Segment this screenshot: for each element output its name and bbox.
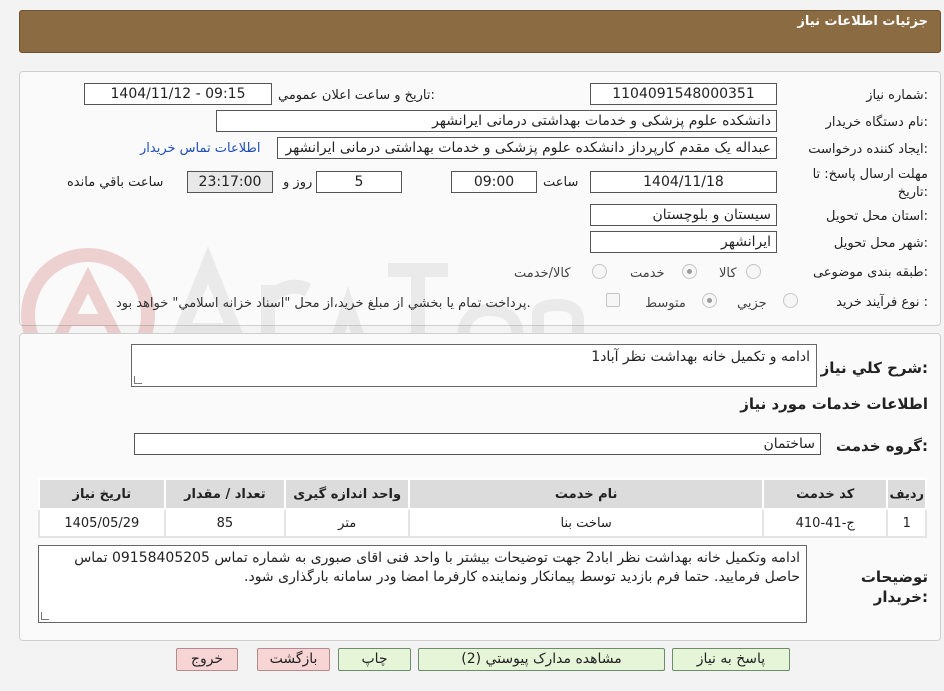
payment-note: پرداخت تمام يا بخشي از مبلغ خريد،از محل … — [116, 296, 531, 311]
description-text: ادامه و تکمیل خانه بهداشت نظر آباد1 — [591, 349, 810, 365]
page-title: جزئیات اطلاعات نیاز — [797, 14, 928, 29]
process-option-medium: متوسط — [645, 296, 686, 311]
attachments-button[interactable]: مشاهده مدارک پيوستي (2) — [418, 648, 665, 671]
deadline-time-field: 09:00 — [451, 171, 537, 193]
cell-date: 1405/05/29 — [38, 508, 166, 538]
category-radio-service[interactable] — [682, 264, 697, 279]
city-label: شهر محل تحويل: — [833, 236, 928, 251]
time-label: ساعت — [543, 175, 579, 190]
buyer-org-field: دانشکده علوم پزشکی و خدمات بهداشتی درمان… — [216, 110, 777, 132]
col-qty-header: تعداد / مقدار — [163, 478, 287, 510]
city-field: ایرانشهر — [590, 231, 777, 253]
resize-grip-icon[interactable] — [41, 612, 49, 620]
province-label: استان محل تحويل: — [826, 209, 928, 224]
services-section-title: اطلاعات خدمات مورد نياز — [740, 395, 928, 413]
services-table: رديف کد خدمت نام خدمت واحد اندازه گيری ت… — [38, 478, 927, 538]
deadline-date-field: 1404/11/18 — [590, 171, 777, 193]
remaining-label: ساعت باقي مانده — [67, 175, 164, 190]
buyer-notes-label: توضيحات خريدار: — [860, 568, 928, 606]
process-radio-minor[interactable] — [783, 293, 798, 308]
remaining-time-field: 23:17:00 — [187, 171, 273, 193]
table-row: 1 ج-41-410 ساخت بنا متر 85 1405/05/29 — [38, 508, 927, 538]
cell-qty: 85 — [163, 508, 287, 538]
reply-button[interactable]: پاسخ به نياز — [672, 648, 790, 671]
requester-label: ايجاد کننده درخواست: — [808, 142, 928, 157]
category-option-goods: کالا — [719, 266, 737, 281]
table-header-row: رديف کد خدمت نام خدمت واحد اندازه گيری ت… — [38, 478, 927, 510]
buyer-notes-text: ادامه وتکمیل خانه بهداشت نظر اباد2 جهت ت… — [74, 550, 800, 585]
col-code-header: کد خدمت — [761, 478, 889, 510]
need-number-field: 1104091548000351 — [590, 83, 777, 105]
cell-name: ساخت بنا — [408, 508, 764, 538]
process-radio-medium[interactable] — [702, 293, 717, 308]
process-option-minor: جزيي — [737, 296, 767, 311]
exit-button[interactable]: خروج — [176, 648, 238, 671]
category-option-both: کالا/خدمت — [514, 266, 571, 281]
process-label: نوع فرآيند خريد : — [836, 295, 928, 310]
buyer-org-label: نام دستگاه خريدار: — [825, 115, 928, 130]
col-date-header: تاريخ نياز — [38, 478, 166, 510]
description-textarea[interactable]: ادامه و تکمیل خانه بهداشت نظر آباد1 — [131, 344, 817, 387]
cell-row: 1 — [886, 508, 927, 538]
category-label: طبقه بندی موضوعی: — [812, 265, 928, 280]
category-radio-both[interactable] — [592, 264, 607, 279]
announce-field: 1404/11/12 - 09:15 — [84, 83, 272, 105]
service-group-label: گروه خدمت: — [835, 437, 928, 455]
cell-code: ج-41-410 — [761, 508, 889, 538]
days-label: روز و — [283, 175, 313, 190]
announce-label: تاریخ و ساعت اعلان عمومي: — [278, 88, 435, 103]
category-radio-goods[interactable] — [746, 264, 761, 279]
cell-unit: متر — [284, 508, 411, 538]
resize-grip-icon[interactable] — [134, 376, 142, 384]
col-unit-header: واحد اندازه گيری — [284, 478, 411, 510]
category-option-service: خدمت — [630, 266, 665, 281]
deadline-label: مهلت ارسال پاسخ: تا تاريخ: — [812, 167, 928, 200]
service-group-field: ساختمان — [134, 433, 821, 455]
description-label: شرح کلي نياز: — [820, 359, 928, 377]
buyer-contact-link[interactable]: اطلاعات تماس خريدار — [140, 141, 260, 156]
need-number-label: شماره نیاز: — [866, 88, 928, 103]
back-button[interactable]: بازگشت — [257, 648, 330, 671]
days-field: 5 — [316, 171, 402, 193]
buyer-notes-textarea[interactable]: ادامه وتکمیل خانه بهداشت نظر اباد2 جهت ت… — [38, 545, 807, 623]
province-field: سیستان و بلوچستان — [590, 204, 777, 226]
print-button[interactable]: چاپ — [338, 648, 411, 671]
requester-field: عبداله یک مقدم کارپرداز دانشکده علوم پزش… — [277, 137, 777, 159]
col-name-header: نام خدمت — [408, 478, 764, 510]
treasury-checkbox[interactable] — [606, 293, 620, 307]
col-row-header: رديف — [886, 478, 927, 510]
